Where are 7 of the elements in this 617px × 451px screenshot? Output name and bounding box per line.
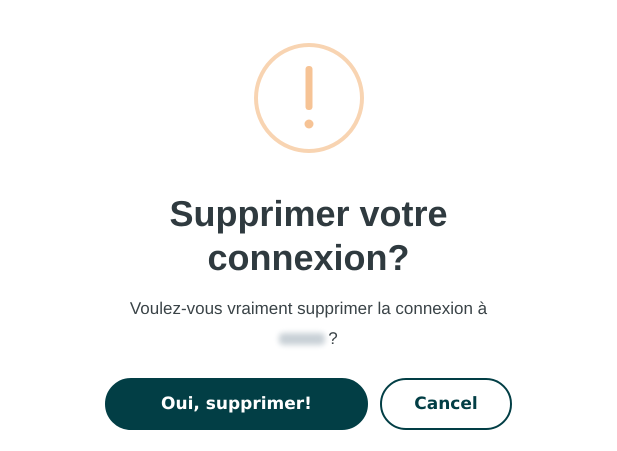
question-mark: ? (328, 328, 338, 350)
message-text: Voulez-vous vraiment supprimer la connexion à (130, 298, 488, 320)
confirm-button[interactable]: Oui, supprimer! (105, 378, 368, 430)
warning-icon (252, 42, 364, 154)
dialog-title: Supprimer votre connexion? (168, 192, 449, 280)
blurred-text (279, 333, 326, 345)
cancel-button[interactable]: Cancel (380, 378, 512, 430)
